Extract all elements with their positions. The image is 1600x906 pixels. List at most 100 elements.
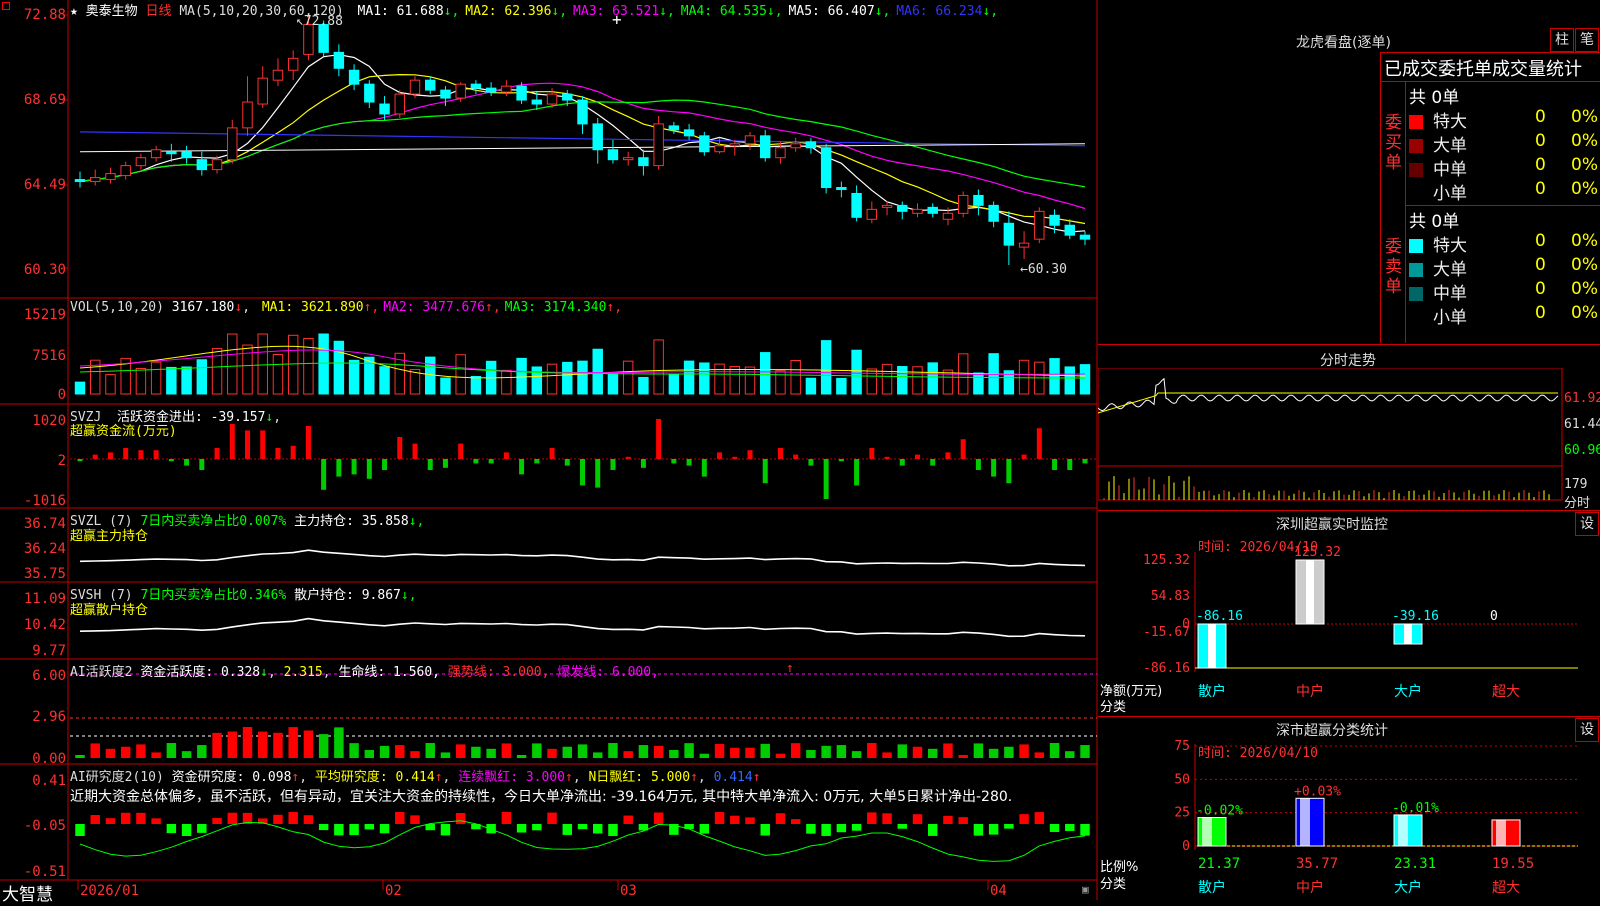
period-label[interactable]: 日线 (146, 4, 172, 19)
volume-bar (348, 359, 360, 395)
volume-bar (166, 366, 177, 395)
class-category-label: 大户 (1394, 879, 1422, 896)
volume-bar (196, 359, 208, 395)
ai-research-bar (90, 815, 100, 824)
ai-research-bar (455, 813, 466, 824)
main-chart-area[interactable]: ★ 奥泰生物 日线 MA(5,10,20,30,60,120) MA1: 61.… (0, 0, 1098, 905)
svzj-bar (991, 459, 997, 477)
svzj-bar (351, 459, 357, 475)
ai-research-bar (1065, 824, 1075, 831)
svzj-bar (458, 443, 464, 459)
candle (379, 103, 390, 115)
svzj-bar (1082, 459, 1088, 464)
svzl-subtitle: 超赢主力持仓 (70, 529, 149, 544)
svzj-axis-top: 1020 (32, 413, 66, 429)
volume-bar (881, 363, 893, 395)
ai-active-bar (867, 743, 877, 758)
candle (501, 85, 512, 93)
bar-mode-button[interactable]: 柱 (1550, 28, 1574, 52)
ai-active-bar (136, 744, 146, 758)
ai-research-bar (486, 824, 496, 834)
monitor-chart[interactable]: 125.32 54.83 0 -15.67 -86.16 -86.16 散户 125.32 中户… (1098, 510, 1600, 710)
svzl-hold: 主力持仓: 35.858 (294, 514, 409, 529)
class-bar-value: 19.55 (1492, 856, 1534, 872)
svzj-bar (945, 452, 951, 459)
volume-bar (592, 348, 603, 395)
ai-active-burst: 爆发线: 6.000, (557, 665, 659, 680)
ai-research-bar (912, 814, 923, 824)
candle (790, 143, 801, 149)
stat-box: 已成交委托单成交量统计 委买单 共 0单 特大 0 0% 大单 0 0% 中单 0 0% 小单 0 0… (1380, 52, 1600, 343)
ai-active-bar (242, 727, 253, 758)
intraday-frame (1098, 368, 1563, 501)
monitor-bar-value: -39.16 (1392, 609, 1439, 624)
candle (729, 143, 740, 147)
vol-arrow-icon: ↑, (606, 300, 623, 315)
ai-active-bar (897, 744, 907, 758)
ai-research-bar (1034, 812, 1045, 824)
class-bar-highlight (1202, 817, 1212, 846)
ai-active-bar (851, 751, 862, 758)
ai-research-axis-mid: -0.05 (23, 818, 66, 834)
volume-bar (242, 344, 253, 395)
ai-active-bar (928, 748, 938, 758)
volume-bar (105, 374, 116, 395)
ai-active-bar (638, 745, 649, 758)
ai-active-bar (181, 751, 192, 758)
buy-label: 委买单 (1385, 113, 1402, 173)
price-label-bottom: 60.30 (23, 262, 66, 278)
candle (120, 165, 131, 177)
monitor-category-label: 大户 (1394, 683, 1422, 700)
svzj-bar (884, 456, 890, 459)
star-icon[interactable]: ★ (70, 4, 78, 19)
lock-icon[interactable]: ▣ (1082, 883, 1089, 896)
class-bar-highlight (1496, 819, 1506, 846)
ai-research-bar (364, 824, 375, 830)
ai-active-bar (440, 752, 451, 758)
svzj-bar (214, 448, 220, 459)
ai-active-label: 资金活跃度: 0.328 (140, 665, 261, 680)
row-count: 0 (1535, 231, 1546, 251)
svzj-bar (823, 459, 829, 499)
candle (820, 147, 832, 188)
ai-research-bar (151, 818, 161, 824)
class-chart[interactable]: 75 50 25 0 -0.02% 21.37 散户 +0.03% 35.77 中户 -0.01% 2… (1098, 716, 1600, 906)
svsh-axis-top: 11.09 (23, 591, 66, 607)
row-name: 特大 (1433, 112, 1467, 132)
corner-menu-icon[interactable] (2, 2, 10, 10)
svzj-bar (199, 459, 205, 470)
intraday-chart[interactable] (1098, 368, 1600, 508)
candle (973, 194, 984, 206)
candle (927, 206, 938, 214)
candle (196, 159, 208, 171)
svsh-arrow-icon: ↓, (400, 588, 417, 603)
svzj-bar (290, 445, 296, 459)
candle (74, 179, 86, 183)
svzj-bar (899, 459, 905, 466)
x-label-mar: 03 (620, 883, 637, 899)
ai-active-bar (958, 754, 968, 758)
swatch (1409, 287, 1423, 301)
candle (668, 125, 680, 131)
ai-active-bar (760, 743, 770, 758)
ai-research-bar (775, 813, 786, 824)
svzj-bar (793, 454, 799, 459)
ai-research-avg: 平均研究度: 0.414 (314, 770, 435, 785)
ai-active-v2: 2.315 (283, 665, 323, 680)
ai-active-bar (577, 744, 588, 758)
svzj-bar (762, 459, 768, 484)
volume-bar (1018, 359, 1030, 395)
candle (638, 157, 649, 167)
tick-mode-button[interactable]: 笔 (1575, 28, 1599, 52)
kline-canvas[interactable] (0, 0, 1098, 900)
ai-active-bar (120, 746, 131, 758)
ai-active-bar (105, 748, 116, 758)
row-name: 小单 (1433, 308, 1467, 328)
right-panel: 龙虎看盘(逐单) 柱 笔 已成交委托单成交量统计 委买单 共 0单 特大 0 0% 大… (1098, 0, 1600, 900)
chart-header: ★ 奥泰生物 日线 MA(5,10,20,30,60,120) MA1: 61.… (70, 0, 998, 19)
row-count: 0 (1535, 107, 1546, 127)
ai-active-bar (684, 743, 694, 758)
ai-research-bar (577, 824, 588, 830)
monitor-bar-highlight (1208, 623, 1216, 668)
price-label-3: 64.49 (23, 177, 66, 193)
